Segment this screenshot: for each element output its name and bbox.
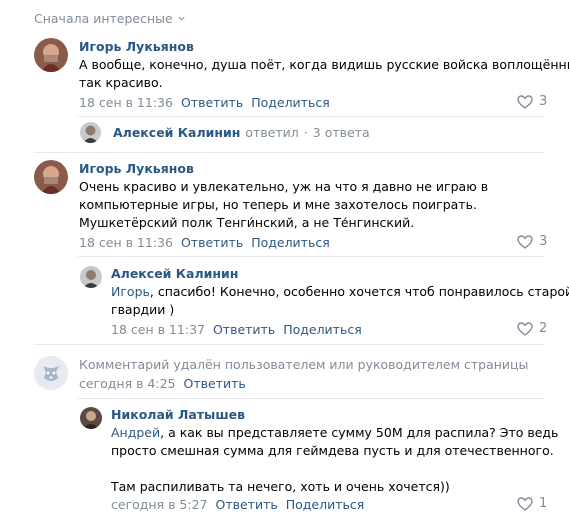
share-button[interactable]: Поделиться [251,95,330,110]
like-count: 2 [539,321,548,336]
comment-line: компьютерные игры, но теперь и мне захот… [79,197,477,212]
reply-button[interactable]: Ответить [181,235,243,250]
comment-line: Очень красиво и увлекательно, уж на что … [79,179,489,194]
comment-author[interactable]: Николай Латышев [111,407,245,422]
avatar[interactable] [80,266,102,288]
comment-meta: 18 сен в 11:36 Ответить Поделиться [79,235,330,250]
like-count: 1 [539,496,548,511]
like-button[interactable]: 2 [517,321,547,336]
comment-meta: 18 сен в 11:36 Ответить Поделиться [79,95,330,110]
comment-text: Игорь, спасибо! Конечно, особенно хочетс… [111,283,569,319]
separator [78,116,544,117]
comment-date[interactable]: 18 сен в 11:36 [79,235,173,250]
comment-line: так красиво. [79,75,163,90]
comment-line-rest: , а как вы представляете сумму 50М для р… [160,425,559,440]
sort-label: Сначала интересные [34,11,173,26]
comment-line: А вообще, конечно, душа поёт, когда види… [79,57,569,72]
reply-button[interactable]: Ответить [184,376,246,391]
reply-button[interactable]: Ответить [213,322,275,337]
avatar[interactable] [80,407,102,429]
share-button[interactable]: Поделиться [251,235,330,250]
thread-verb: ответил [245,125,299,140]
comment-text: А вообще, конечно, душа поёт, когда види… [79,56,569,92]
like-count: 3 [539,234,548,249]
thread-info: Алексей Калинин ответил · 3 ответа [113,125,370,140]
separator [78,398,544,399]
thread-author[interactable]: Алексей Калинин [113,125,240,140]
comment-line: просто смешная сумма для геймдева пусть … [111,443,554,458]
sort-dropdown[interactable]: Сначала интересные [34,11,186,26]
separator [34,344,544,345]
mention-link[interactable]: Андрей [111,425,160,440]
comment-line: Андрей, а как вы представляете сумму 50М… [111,424,558,442]
dog-icon [34,356,68,390]
heart-icon [517,94,533,109]
mention-link[interactable]: Игорь [111,284,150,299]
comment-meta: сегодня в 4:25 Ответить [79,376,246,391]
comment-line-rest: , спасибо! Конечно, особенно хочется что… [149,284,569,299]
avatar[interactable] [34,38,68,72]
separator [34,152,544,153]
reply-button[interactable]: Ответить [216,497,278,512]
heart-icon [517,496,533,511]
comment-line: Мушкетёрский полк Тенги́нский, а не Те́н… [79,215,415,230]
comment-author[interactable]: Игорь Лукьянов [79,39,194,54]
separator [78,256,544,257]
thread-count[interactable]: 3 ответа [313,125,370,140]
comment-author[interactable]: Алексей Калинин [111,266,238,281]
share-button[interactable]: Поделиться [286,497,365,512]
deleted-notice: Комментарий удалён пользователем или рук… [79,357,529,372]
share-button[interactable]: Поделиться [283,322,362,337]
thread-dot: · [303,125,308,140]
comment-author[interactable]: Игорь Лукьянов [79,161,194,176]
comment-line: гвардии ) [111,302,175,317]
like-count: 3 [539,94,548,109]
chevron-down-icon [178,16,185,21]
comment-line [111,460,558,478]
comment-date[interactable]: 18 сен в 11:36 [79,95,173,110]
comment-date[interactable]: сегодня в 5:27 [111,497,208,512]
comment-text: Очень красиво и увлекательно, уж на что … [79,178,488,232]
comment-text: Андрей, а как вы представляете сумму 50М… [111,424,558,496]
avatar[interactable] [80,122,101,143]
reply-button[interactable]: Ответить [181,95,243,110]
heart-icon [517,234,533,249]
like-button[interactable]: 3 [517,234,547,249]
comment-line: Там распиливать та нечего, хоть и очень … [111,479,450,494]
comment-meta: 18 сен в 11:37 Ответить Поделиться [111,322,362,337]
comment-line: Игорь, спасибо! Конечно, особенно хочетс… [111,283,569,301]
comment-date[interactable]: 18 сен в 11:37 [111,322,205,337]
avatar[interactable] [34,160,68,194]
like-button[interactable]: 3 [517,94,547,109]
deactivated-avatar [34,356,68,390]
comment-date[interactable]: сегодня в 4:25 [79,376,176,391]
heart-icon [517,321,533,336]
comment-meta: сегодня в 5:27 Ответить Поделиться [111,497,364,512]
like-button[interactable]: 1 [517,496,547,511]
